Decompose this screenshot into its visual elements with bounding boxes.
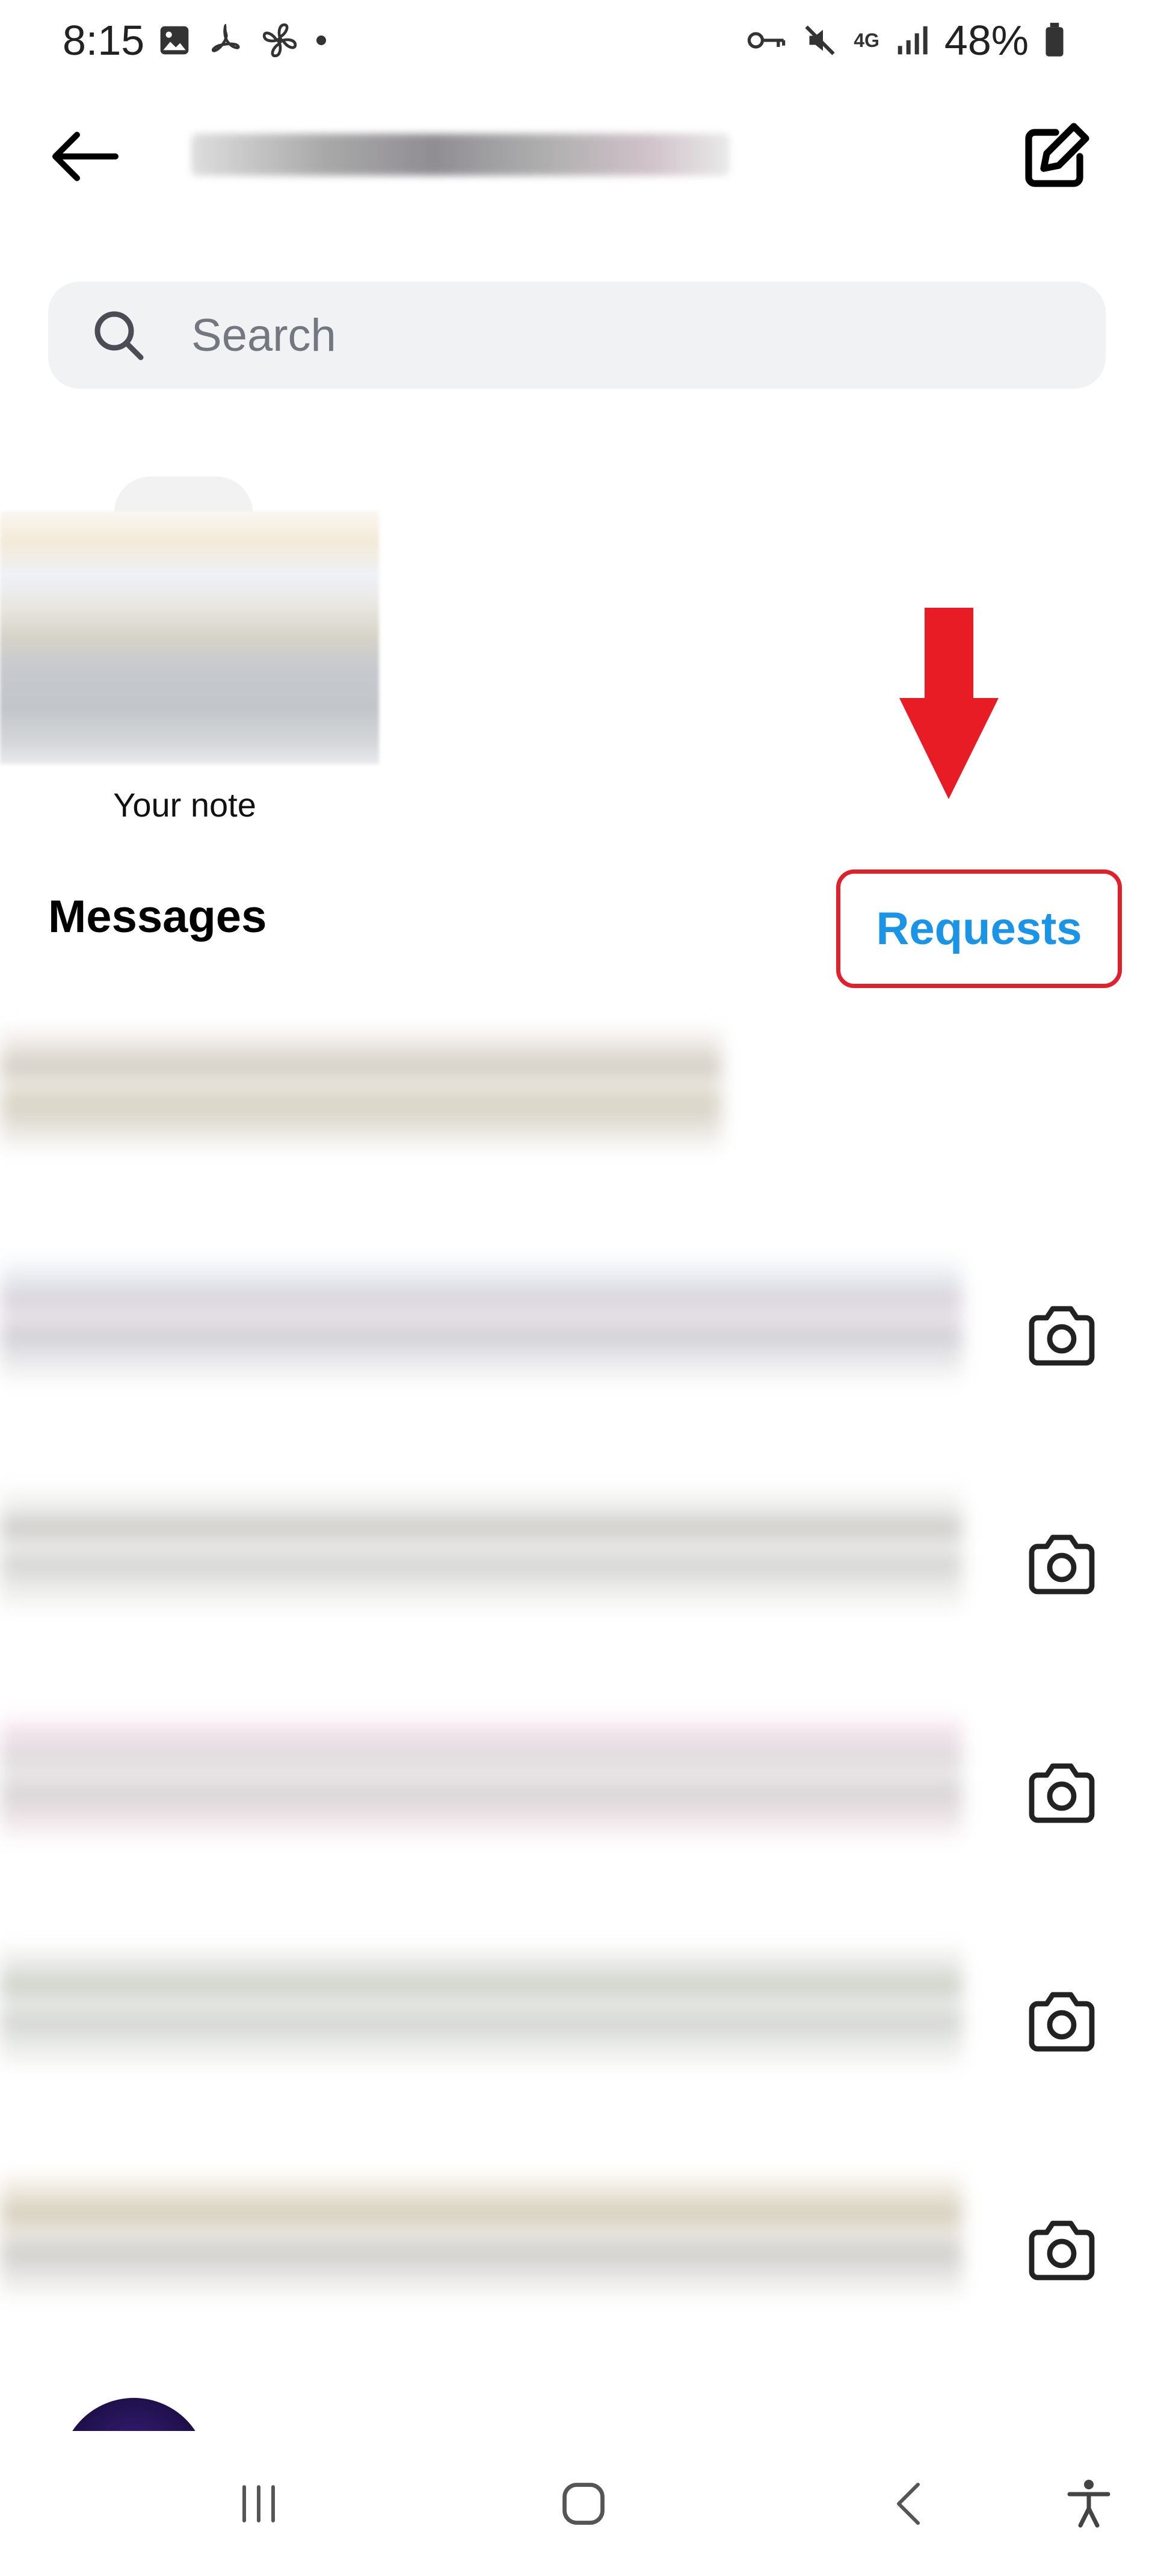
back-button[interactable] [42,114,126,199]
messages-heading: Messages [48,891,267,942]
mute-icon [805,25,835,55]
requests-button[interactable]: Requests [836,869,1122,988]
conversation-preview [0,1023,722,1155]
conversation-row[interactable] [0,2145,1155,2326]
accessibility-icon [1067,2479,1110,2527]
conversation-preview [0,1255,962,1387]
camera-icon [1029,1763,1095,1823]
camera-button[interactable] [1017,2205,1107,2296]
camera-icon [1029,1306,1095,1366]
camera-icon [1029,1534,1095,1595]
note-avatar[interactable] [114,477,253,513]
conversation-row[interactable] [0,1688,1155,1868]
fan-icon [262,23,297,58]
search-icon [94,311,144,360]
camera-icon [1029,2220,1095,2281]
system-nav-bar [0,2431,1155,2576]
conversation-row[interactable] [0,1917,1155,2097]
compose-button[interactable] [1011,111,1101,202]
vpn-key-icon [747,32,786,49]
conversation-preview [0,1712,962,1844]
search-input[interactable] [191,304,1033,367]
home-icon [562,2482,605,2525]
conversation-row[interactable] [0,1459,1155,1640]
camera-button[interactable] [1017,1977,1107,2067]
note-bubble[interactable] [0,511,379,764]
camera-icon [1029,1992,1095,2052]
pdf-icon [211,23,240,52]
your-note-label: Your note [113,786,256,824]
camera-button[interactable] [1017,1291,1107,1381]
status-notification-icons [158,13,327,67]
conversation-preview [0,1483,962,1616]
camera-button[interactable] [1017,1519,1107,1610]
dot-icon [316,36,326,45]
status-time: 8:15 [63,17,145,64]
home-button[interactable] [529,2431,638,2576]
signal-icon [898,26,928,55]
gallery-icon [160,26,189,55]
arrow-left-icon [52,132,119,181]
network-type-icon: 4G [854,29,879,51]
requests-label: Requests [876,903,1082,954]
status-system-icons: 4G 48% [747,13,1065,67]
account-title[interactable] [191,134,730,176]
back-icon [897,2482,920,2525]
compose-icon [1025,123,1089,187]
camera-button[interactable] [1017,1748,1107,1838]
conversation-preview [0,1941,962,2073]
recents-button[interactable] [205,2431,313,2576]
battery-icon [1046,22,1064,57]
conversation-preview [0,2169,962,2302]
red-arrow-down-icon [899,608,999,799]
conversation-row[interactable] [0,999,1155,1179]
accessibility-button[interactable] [1041,2431,1137,2576]
conversation-row[interactable] [0,1231,1155,1411]
battery-percent: 48% [944,17,1029,64]
recents-icon [242,2485,275,2522]
back-nav-button[interactable] [854,2431,962,2576]
